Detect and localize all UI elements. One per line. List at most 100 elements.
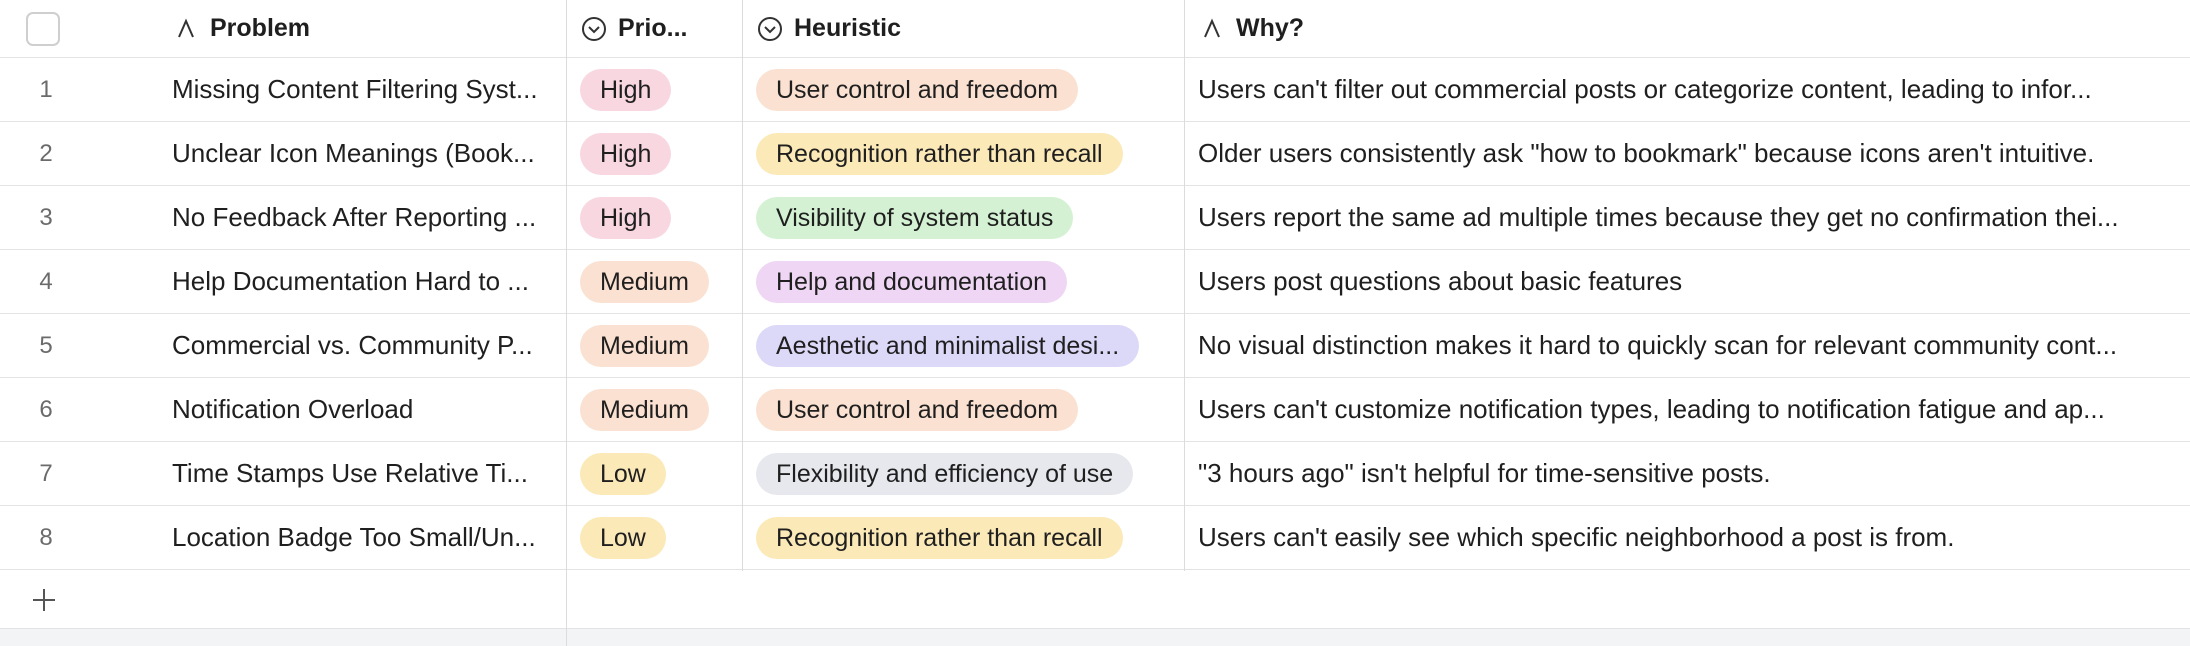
why-text: Older users consistently ask "how to boo… bbox=[1198, 138, 2095, 168]
row-number-label: 4 bbox=[39, 267, 53, 295]
table-row[interactable]: 4 Help Documentation Hard to ... Medium … bbox=[0, 250, 2190, 314]
problem-text: Unclear Icon Meanings (Book... bbox=[172, 138, 535, 168]
cell-problem[interactable]: Unclear Icon Meanings (Book... bbox=[172, 122, 556, 185]
table-row[interactable]: 1 Missing Content Filtering Syst... High… bbox=[0, 58, 2190, 122]
column-header-label: Problem bbox=[210, 14, 311, 42]
row-number-label: 5 bbox=[39, 331, 53, 359]
cell-why[interactable]: "3 hours ago" isn't helpful for time-sen… bbox=[1198, 442, 2176, 505]
cell-problem[interactable]: Location Badge Too Small/Un... bbox=[172, 506, 556, 569]
cell-priority[interactable]: Medium bbox=[580, 314, 736, 377]
heuristic-badge: Recognition rather than recall bbox=[756, 132, 1123, 175]
row-number-label: 2 bbox=[39, 139, 53, 167]
cell-priority[interactable]: Low bbox=[580, 442, 736, 505]
why-text: Users can't easily see which specific ne… bbox=[1198, 522, 1955, 552]
single-select-icon bbox=[756, 15, 784, 43]
select-all-checkbox[interactable] bbox=[26, 0, 66, 57]
heuristic-badge: Flexibility and efficiency of use bbox=[756, 452, 1134, 495]
table-header-row: Problem Prio... Heuristic Why? bbox=[0, 0, 2190, 58]
cell-problem[interactable]: Missing Content Filtering Syst... bbox=[172, 58, 556, 121]
heuristic-badge: Aesthetic and minimalist desi... bbox=[756, 324, 1140, 367]
cell-problem[interactable]: Notification Overload bbox=[172, 378, 556, 441]
heuristic-badge: User control and freedom bbox=[756, 68, 1079, 111]
data-table: Problem Prio... Heuristic Why? 1 Missing… bbox=[0, 0, 2190, 646]
row-number: 6 bbox=[0, 378, 92, 441]
cell-problem[interactable]: Help Documentation Hard to ... bbox=[172, 250, 556, 313]
row-number-label: 6 bbox=[39, 395, 53, 423]
heuristic-badge: Recognition rather than recall bbox=[756, 516, 1123, 559]
priority-badge: Low bbox=[580, 452, 666, 495]
cell-priority[interactable]: High bbox=[580, 186, 736, 249]
row-number-label: 8 bbox=[39, 523, 53, 551]
row-number: 8 bbox=[0, 506, 92, 569]
plus-icon[interactable] bbox=[30, 571, 64, 628]
row-number-label: 7 bbox=[39, 459, 53, 487]
row-number: 4 bbox=[0, 250, 92, 313]
column-divider bbox=[742, 0, 743, 571]
cell-heuristic[interactable]: User control and freedom bbox=[756, 378, 1174, 441]
cell-priority[interactable]: High bbox=[580, 58, 736, 121]
problem-text: Time Stamps Use Relative Ti... bbox=[172, 458, 528, 488]
column-header-problem[interactable]: Problem bbox=[172, 0, 562, 57]
cell-heuristic[interactable]: Recognition rather than recall bbox=[756, 506, 1174, 569]
cell-heuristic[interactable]: Aesthetic and minimalist desi... bbox=[756, 314, 1174, 377]
cell-priority[interactable]: Medium bbox=[580, 378, 736, 441]
priority-badge: Low bbox=[580, 516, 666, 559]
column-header-priority[interactable]: Prio... bbox=[580, 0, 740, 57]
why-text: Users can't filter out commercial posts … bbox=[1198, 74, 2092, 104]
why-text: Users post questions about basic feature… bbox=[1198, 266, 1683, 296]
cell-problem[interactable]: Commercial vs. Community P... bbox=[172, 314, 556, 377]
cell-heuristic[interactable]: Visibility of system status bbox=[756, 186, 1174, 249]
table-row[interactable]: 7 Time Stamps Use Relative Ti... Low Fle… bbox=[0, 442, 2190, 506]
problem-text: No Feedback After Reporting ... bbox=[172, 202, 537, 232]
cell-why[interactable]: No visual distinction makes it hard to q… bbox=[1198, 314, 2176, 377]
cell-problem[interactable]: Time Stamps Use Relative Ti... bbox=[172, 442, 556, 505]
problem-text: Location Badge Too Small/Un... bbox=[172, 522, 536, 552]
row-number: 2 bbox=[0, 122, 92, 185]
text-field-icon bbox=[1198, 15, 1226, 43]
cell-why[interactable]: Users can't easily see which specific ne… bbox=[1198, 506, 2176, 569]
cell-why[interactable]: Older users consistently ask "how to boo… bbox=[1198, 122, 2176, 185]
column-divider bbox=[566, 0, 567, 646]
single-select-icon bbox=[580, 15, 608, 43]
table-row[interactable]: 6 Notification Overload Medium User cont… bbox=[0, 378, 2190, 442]
priority-badge: Medium bbox=[580, 324, 709, 367]
priority-badge: High bbox=[580, 68, 672, 111]
column-header-heuristic[interactable]: Heuristic bbox=[756, 0, 1176, 57]
cell-heuristic[interactable]: Help and documentation bbox=[756, 250, 1174, 313]
table-row[interactable]: 5 Commercial vs. Community P... Medium A… bbox=[0, 314, 2190, 378]
row-number: 7 bbox=[0, 442, 92, 505]
heuristic-badge: User control and freedom bbox=[756, 388, 1079, 431]
table-row[interactable]: 2 Unclear Icon Meanings (Book... High Re… bbox=[0, 122, 2190, 186]
table-row[interactable]: 8 Location Badge Too Small/Un... Low Rec… bbox=[0, 506, 2190, 570]
checkbox-box[interactable] bbox=[26, 11, 60, 46]
cell-heuristic[interactable]: Flexibility and efficiency of use bbox=[756, 442, 1174, 505]
priority-badge: Medium bbox=[580, 388, 709, 431]
why-text: Users report the same ad multiple times … bbox=[1198, 202, 2119, 232]
add-row[interactable] bbox=[0, 571, 2190, 629]
text-field-icon bbox=[172, 15, 200, 43]
cell-why[interactable]: Users post questions about basic feature… bbox=[1198, 250, 2176, 313]
cell-why[interactable]: Users report the same ad multiple times … bbox=[1198, 186, 2176, 249]
cell-priority[interactable]: High bbox=[580, 122, 736, 185]
cell-why[interactable]: Users can't customize notification types… bbox=[1198, 378, 2176, 441]
cell-problem[interactable]: No Feedback After Reporting ... bbox=[172, 186, 556, 249]
cell-heuristic[interactable]: User control and freedom bbox=[756, 58, 1174, 121]
heuristic-badge: Visibility of system status bbox=[756, 196, 1074, 239]
row-number-label: 1 bbox=[39, 75, 53, 103]
problem-text: Help Documentation Hard to ... bbox=[172, 266, 529, 296]
table-footer bbox=[0, 629, 2190, 646]
row-number-label: 3 bbox=[39, 203, 53, 231]
cell-priority[interactable]: Medium bbox=[580, 250, 736, 313]
cell-heuristic[interactable]: Recognition rather than recall bbox=[756, 122, 1174, 185]
cell-why[interactable]: Users can't filter out commercial posts … bbox=[1198, 58, 2176, 121]
table-row[interactable]: 3 No Feedback After Reporting ... High V… bbox=[0, 186, 2190, 250]
column-header-label: Prio... bbox=[618, 14, 688, 42]
problem-text: Missing Content Filtering Syst... bbox=[172, 74, 538, 104]
problem-text: Commercial vs. Community P... bbox=[172, 330, 533, 360]
problem-text: Notification Overload bbox=[172, 394, 414, 424]
column-header-label: Why? bbox=[1236, 14, 1305, 42]
cell-priority[interactable]: Low bbox=[580, 506, 736, 569]
why-text: No visual distinction makes it hard to q… bbox=[1198, 330, 2118, 360]
row-number: 1 bbox=[0, 58, 92, 121]
column-header-why[interactable]: Why? bbox=[1198, 0, 2190, 57]
